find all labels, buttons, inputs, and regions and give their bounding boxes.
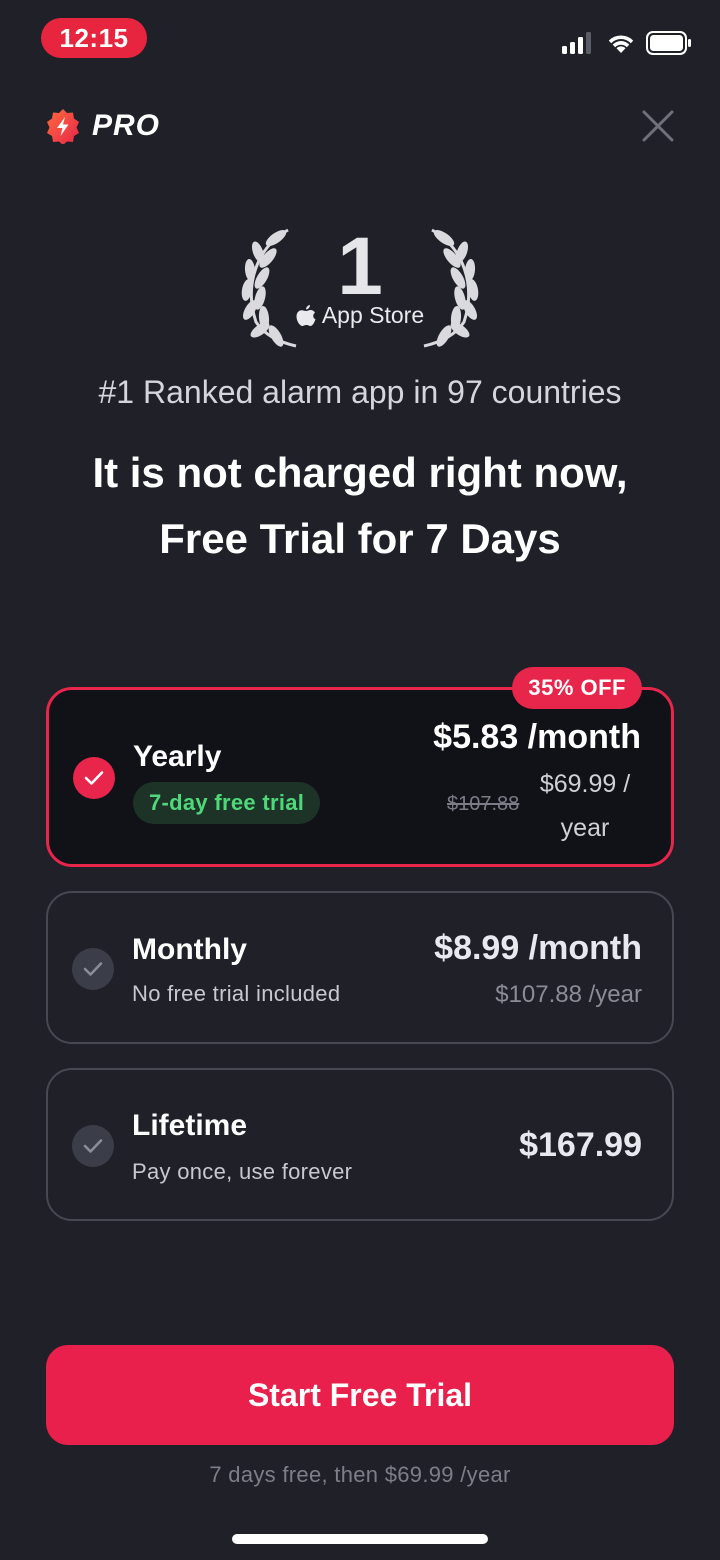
plan-lifetime-check[interactable]: [72, 1125, 114, 1167]
headline: It is not charged right now, Free Trial …: [0, 440, 720, 572]
plan-monthly-annual-price: $107.88 /year: [495, 981, 642, 1008]
plan-lifetime-price: $167.99: [519, 1126, 642, 1164]
ranked-text: #1 Ranked alarm app in 97 countries: [98, 374, 622, 410]
start-free-trial-button[interactable]: Start Free Trial: [46, 1345, 674, 1445]
plan-yearly-check[interactable]: [73, 757, 115, 799]
status-time: 12:15: [41, 18, 147, 58]
award-badge: 1 App Store: [230, 220, 490, 350]
plan-yearly-old-price: $107.88: [447, 793, 520, 815]
battery-icon: [646, 31, 691, 55]
lightning-badge-icon: [47, 109, 79, 144]
store-label: App Store: [230, 302, 490, 329]
headline-line-2: Free Trial for 7 Days: [159, 515, 561, 562]
plan-yearly-price: $5.83 /month: [433, 718, 641, 756]
pro-logo: PRO: [46, 108, 160, 144]
plan-lifetime-subtitle: Pay once, use forever: [132, 1159, 353, 1184]
store-name: App Store: [321, 302, 425, 328]
plan-lifetime-name: Lifetime: [132, 1109, 248, 1142]
plan-yearly-name: Yearly: [133, 740, 222, 773]
plan-monthly-price: $8.99 /month: [434, 929, 642, 967]
rank-number: 1: [337, 221, 383, 312]
close-icon[interactable]: [640, 108, 676, 144]
headline-line-1: It is not charged right now,: [92, 449, 628, 496]
home-indicator[interactable]: [232, 1534, 488, 1544]
checkmark-icon: [83, 962, 103, 976]
pro-label: PRO: [92, 109, 161, 142]
checkmark-icon: [83, 1139, 103, 1153]
trial-badge: 7-day free trial: [133, 782, 321, 824]
discount-badge: 35% OFF: [512, 667, 642, 709]
plan-monthly[interactable]: Monthly No free trial included $8.99 /mo…: [46, 891, 674, 1044]
plan-monthly-check[interactable]: [72, 948, 114, 990]
plan-yearly-annual-line-2: year: [560, 814, 610, 842]
plan-yearly-annual-price: $69.99 / year: [527, 762, 643, 850]
plan-yearly[interactable]: Yearly 7-day free trial $5.83 /month $10…: [46, 687, 674, 867]
wifi-icon: [608, 35, 634, 53]
plan-monthly-subtitle: No free trial included: [132, 981, 341, 1006]
plan-yearly-annual-line-1: $69.99 /: [539, 770, 631, 798]
trial-terms: 7 days free, then $69.99 /year: [209, 1462, 511, 1487]
cellular-signal-icon: [562, 32, 591, 54]
plan-lifetime[interactable]: Lifetime Pay once, use forever $167.99: [46, 1068, 674, 1221]
apple-icon: [296, 304, 316, 326]
status-icons: [562, 28, 692, 58]
plan-monthly-name: Monthly: [132, 933, 247, 966]
checkmark-icon: [84, 771, 104, 785]
